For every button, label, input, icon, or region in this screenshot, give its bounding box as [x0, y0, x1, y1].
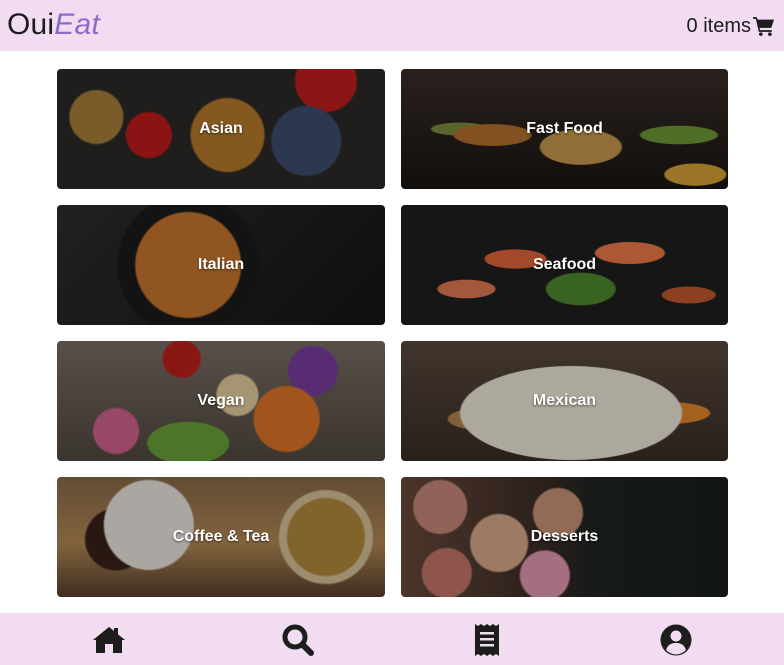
category-label: Italian [197, 256, 245, 273]
category-card-desserts[interactable]: Desserts [401, 477, 728, 597]
logo[interactable]: OuiEat [7, 6, 100, 44]
search-icon [282, 624, 314, 656]
category-label: Vegan [197, 392, 245, 409]
user-circle-icon [660, 624, 692, 656]
cart-button[interactable]: 0 items [687, 12, 775, 40]
home-icon [93, 627, 125, 653]
bottom-nav [0, 613, 784, 665]
category-label: Desserts [530, 528, 599, 545]
category-card-mexican[interactable]: Mexican [401, 341, 728, 461]
receipt-icon [475, 624, 499, 656]
nav-search-button[interactable] [280, 623, 316, 657]
category-card-seafood[interactable]: Seafood [401, 205, 728, 325]
nav-orders-button[interactable] [469, 623, 505, 657]
category-label: Coffee & Tea [172, 528, 270, 545]
logo-text-oui: Oui [7, 8, 55, 41]
category-label: Asian [199, 120, 243, 137]
category-card-vegan[interactable]: Vegan [57, 341, 385, 461]
logo-text-eat: Eat [54, 8, 100, 41]
category-card-coffee-tea[interactable]: Coffee & Tea [57, 477, 385, 597]
shopping-cart-icon [753, 17, 774, 36]
category-label: Seafood [532, 256, 597, 273]
top-header: OuiEat 0 items [0, 0, 784, 51]
category-card-italian[interactable]: Italian [57, 205, 385, 325]
category-label: Fast Food [526, 120, 603, 137]
category-label: Mexican [532, 392, 597, 409]
category-card-fast-food[interactable]: Fast Food [401, 69, 728, 189]
nav-home-button[interactable] [91, 623, 127, 657]
category-card-asian[interactable]: Asian [57, 69, 385, 189]
category-grid: Asian Fast Food Italian Seafood Vegan Me… [57, 69, 728, 597]
nav-account-button[interactable] [658, 623, 694, 657]
cart-count-label: 0 items [686, 15, 751, 37]
